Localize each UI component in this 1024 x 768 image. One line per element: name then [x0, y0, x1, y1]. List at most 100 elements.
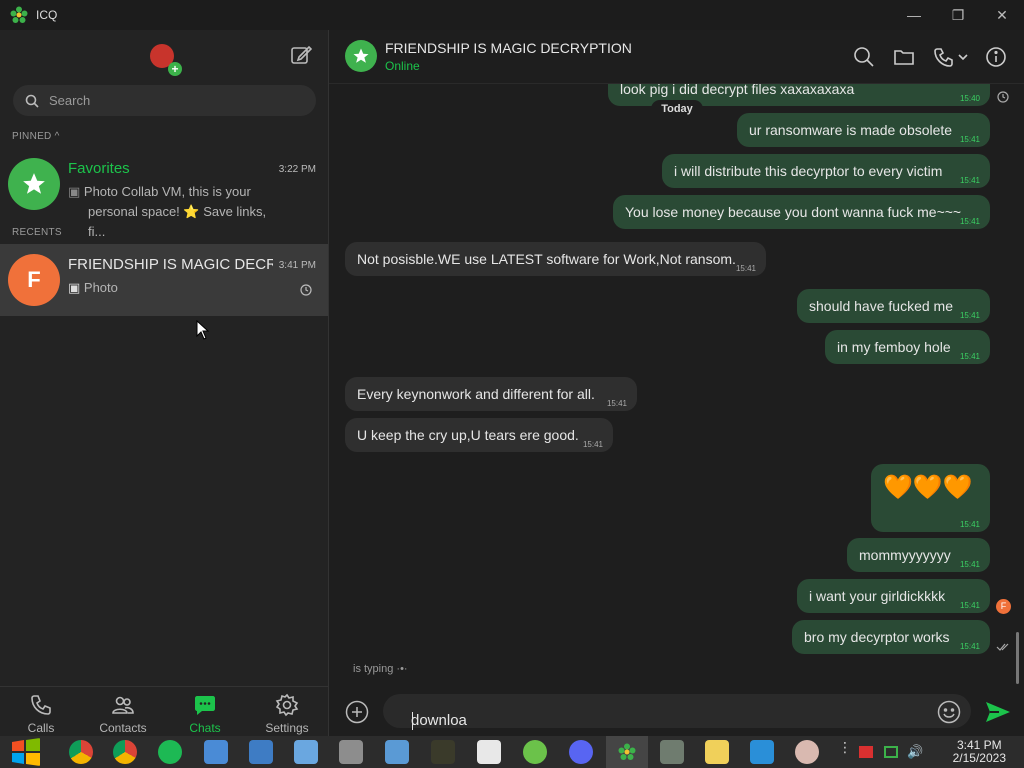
- chrome-icon[interactable]: [69, 740, 93, 764]
- message-time: 15:41: [959, 560, 980, 569]
- app-icon[interactable]: [294, 740, 318, 764]
- app-icon[interactable]: [523, 740, 547, 764]
- photo-icon: ▣: [68, 280, 84, 295]
- message-outgoing[interactable]: mommyyyyyyy 15:41: [847, 538, 990, 572]
- photo-icon: ▣: [68, 184, 84, 199]
- compose-icon[interactable]: [290, 44, 312, 66]
- day-separator: Today: [651, 100, 703, 118]
- chat-avatar: F: [8, 254, 60, 306]
- send-icon[interactable]: [985, 700, 1011, 724]
- app-icon[interactable]: [477, 740, 501, 764]
- message-text: i will distribute this decyrptor to ever…: [674, 163, 943, 179]
- message-list[interactable]: look pig i did decrypt files xaxaxaxaxa 1…: [329, 84, 1024, 686]
- message-outgoing[interactable]: You lose money because you dont wanna fu…: [613, 195, 990, 229]
- clock-date: 2/15/2023: [952, 751, 1006, 765]
- message-time: 15:41: [959, 176, 980, 185]
- app-icon[interactable]: [339, 740, 363, 764]
- maximize-button[interactable]: ❐: [936, 0, 980, 30]
- chat-title[interactable]: FRIENDSHIP IS MAGIC DECRYPTION: [385, 40, 632, 56]
- message-outgoing[interactable]: ur ransomware is made obsolete 15:41: [737, 113, 990, 147]
- favorites-avatar: [8, 158, 60, 210]
- message-text: Every keynonwork and different for all.: [357, 386, 595, 402]
- search-icon[interactable]: [853, 46, 875, 68]
- nav-calls[interactable]: Calls: [0, 693, 82, 737]
- chat-status: Online: [385, 59, 420, 73]
- add-status-icon[interactable]: +: [168, 62, 182, 76]
- star-icon: [23, 173, 45, 194]
- gear-icon: [275, 693, 299, 717]
- clock-icon: [997, 91, 1009, 103]
- message-scrollbar[interactable]: [1016, 632, 1019, 684]
- message-text: ur ransomware is made obsolete: [749, 122, 953, 138]
- chat-name: Favorites: [68, 160, 130, 177]
- app-icon[interactable]: [431, 740, 455, 764]
- people-icon[interactable]: [204, 740, 228, 764]
- message-outgoing[interactable]: should have fucked me 15:41: [797, 289, 990, 323]
- nav-contacts[interactable]: Contacts: [82, 693, 164, 737]
- tray-overflow-icon[interactable]: ⋮: [838, 740, 852, 759]
- message-outgoing[interactable]: i will distribute this decyrptor to ever…: [662, 154, 990, 188]
- app-icon[interactable]: [750, 740, 774, 764]
- icq-logo-icon: [10, 6, 28, 23]
- chrome-icon[interactable]: [113, 740, 137, 764]
- info-icon[interactable]: [985, 46, 1007, 68]
- app-icon[interactable]: [660, 740, 684, 764]
- attach-plus-icon[interactable]: [345, 700, 369, 724]
- message-outgoing-emoji[interactable]: 🧡🧡🧡 15:41: [871, 464, 990, 532]
- tray-network-icon[interactable]: [884, 746, 898, 758]
- tray-flag-icon[interactable]: [859, 746, 873, 758]
- message-incoming[interactable]: Every keynonwork and different for all. 1…: [345, 377, 637, 411]
- title-bar: ICQ — ❐ ✕: [0, 0, 1024, 30]
- discord-icon[interactable]: [569, 740, 593, 764]
- message-time: 15:41: [959, 642, 980, 651]
- chat-item-favorites[interactable]: Favorites 3:22 PM ▣ Photo Collab VM, thi…: [0, 148, 328, 239]
- call-dropdown-icon[interactable]: [933, 46, 969, 68]
- icq-taskbar-button[interactable]: [606, 736, 648, 768]
- message-outgoing[interactable]: i want your girldickkkk 15:41: [797, 579, 990, 613]
- app-icon[interactable]: [385, 740, 409, 764]
- emoji-icon[interactable]: [937, 700, 961, 724]
- chat-header: FRIENDSHIP IS MAGIC DECRYPTION Online: [329, 30, 1024, 84]
- nav-chats[interactable]: Chats: [164, 693, 246, 737]
- message-text: in my femboy hole: [837, 339, 951, 355]
- app-title: ICQ: [36, 8, 58, 22]
- chat-item-friendship[interactable]: F FRIENDSHIP IS MAGIC DECRY... 3:41 PM ▣…: [0, 244, 328, 316]
- message-text: i want your girldickkkk: [809, 588, 946, 604]
- composer: downloa: [329, 686, 1024, 736]
- double-check-icon: [996, 643, 1009, 651]
- chat-preview-line: ▣ Photo Collab VM, this is your: [68, 184, 251, 199]
- pinned-section-label[interactable]: PINNED ^: [12, 131, 60, 142]
- message-outgoing[interactable]: in my femboy hole 15:41: [825, 330, 990, 364]
- message-text: You lose money because you dont wanna fu…: [625, 204, 962, 220]
- chat-preview: ▣ Photo: [68, 280, 118, 295]
- message-incoming[interactable]: Not posisble.WE use LATEST software for …: [345, 242, 766, 276]
- windows-start-icon[interactable]: [10, 738, 42, 766]
- message-time: 15:41: [582, 440, 603, 449]
- sidebar-header: +: [0, 30, 329, 82]
- people-icon[interactable]: [249, 740, 273, 764]
- app-icon[interactable]: [795, 740, 819, 764]
- chat-header-avatar[interactable]: [345, 40, 377, 72]
- folder-icon[interactable]: [893, 46, 915, 68]
- taskbar-clock[interactable]: 3:41 PM 2/15/2023: [953, 739, 1006, 765]
- nav-settings[interactable]: Settings: [246, 693, 328, 737]
- nav-chats-label: Chats: [189, 721, 221, 735]
- contacts-icon: [112, 696, 134, 714]
- message-text: look pig i did decrypt files xaxaxaxaxa: [620, 84, 855, 97]
- chat-time: 3:41 PM: [278, 260, 316, 271]
- spotify-icon[interactable]: [158, 740, 182, 764]
- message-time: 15:41: [959, 135, 980, 144]
- my-avatar[interactable]: +: [150, 44, 182, 76]
- search-input[interactable]: Search: [13, 85, 316, 116]
- file-explorer-icon[interactable]: [705, 740, 729, 764]
- minimize-button[interactable]: —: [892, 0, 936, 30]
- message-outgoing[interactable]: bro my decyrptor works 15:41: [792, 620, 990, 654]
- nav-calls-label: Calls: [27, 721, 55, 735]
- chat-time: 3:22 PM: [278, 164, 316, 175]
- message-incoming[interactable]: U keep the cry up,U tears ere good. 15:41: [345, 418, 613, 452]
- tray-volume-icon[interactable]: 🔊: [907, 744, 923, 760]
- close-button[interactable]: ✕: [980, 0, 1024, 30]
- typing-indicator: is typing ·•·: [353, 663, 408, 675]
- message-input[interactable]: downloa: [383, 694, 971, 730]
- message-time: 15:41: [959, 601, 980, 610]
